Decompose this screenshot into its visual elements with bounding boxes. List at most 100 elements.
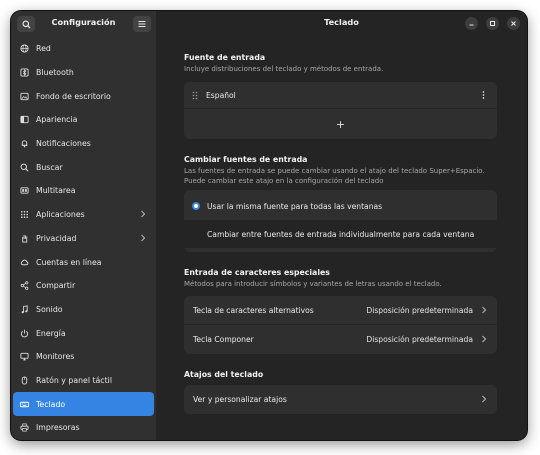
- special-chars-card: Tecla de caracteres alternativos Disposi…: [184, 296, 497, 354]
- bluetooth-icon: [20, 68, 29, 77]
- globe-icon: [20, 44, 29, 53]
- sidebar-item-bluetooth[interactable]: Bluetooth: [13, 61, 154, 85]
- sidebar-item-appearance[interactable]: Apariencia: [13, 108, 154, 132]
- sidebar: Configuración Red Bluetooth Fondo de esc…: [11, 11, 156, 440]
- sidebar-item-label: Notificaciones: [36, 139, 91, 149]
- chevron-right-icon: [482, 335, 487, 343]
- shortcuts-card: Ver y personalizar atajos: [184, 385, 497, 414]
- sidebar-item-label: Buscar: [36, 162, 63, 172]
- chevron-right-icon: [482, 395, 487, 403]
- mouse-icon: [20, 376, 29, 385]
- menu-button[interactable]: [133, 16, 151, 32]
- sidebar-item-label: Red: [36, 44, 51, 54]
- main-header: Teclado: [156, 11, 527, 37]
- special-chars-description: Métodos para introducir símbolos y varia…: [184, 280, 442, 288]
- sidebar-item-keyboard[interactable]: Teclado: [13, 392, 154, 416]
- chevron-right-icon: [141, 210, 146, 218]
- sidebar-item-label: Ratón y panel táctil: [36, 375, 112, 385]
- music-note-icon: [20, 305, 29, 314]
- add-icon: +: [335, 117, 346, 131]
- switch-sources-title: Cambiar fuentes de entrada: [184, 155, 308, 164]
- radio-same-source[interactable]: Usar la misma fuente para todas las vent…: [184, 193, 497, 219]
- add-input-source-button[interactable]: +: [184, 109, 497, 139]
- minimize-button[interactable]: [465, 17, 478, 30]
- keyboard-icon: [20, 400, 29, 409]
- input-source-label: Español: [206, 90, 236, 100]
- sidebar-item-sound[interactable]: Sonido: [13, 298, 154, 322]
- sidebar-item-mouse[interactable]: Ratón y panel táctil: [13, 369, 154, 393]
- sidebar-item-online-accounts[interactable]: Cuentas en línea: [13, 250, 154, 274]
- settings-window: Configuración Red Bluetooth Fondo de esc…: [11, 11, 527, 440]
- bell-icon: [20, 139, 29, 148]
- monitor-icon: [20, 352, 29, 361]
- more-options-icon[interactable]: [482, 91, 485, 99]
- sidebar-item-applications[interactable]: Aplicaciones: [13, 203, 154, 227]
- sidebar-item-label: Privacidad: [36, 233, 77, 243]
- maximize-icon: [490, 21, 495, 26]
- sidebar-item-label: Teclado: [36, 399, 66, 409]
- share-icon: [20, 281, 29, 290]
- sidebar-item-label: Monitores: [36, 352, 75, 362]
- search-icon: [20, 163, 29, 172]
- alternate-chars-key-row[interactable]: Tecla de caracteres alternativos Disposi…: [184, 296, 497, 324]
- compose-key-row[interactable]: Tecla Componer Disposición predeterminad…: [184, 325, 497, 353]
- row-label: Ver y personalizar atajos: [193, 395, 287, 404]
- sidebar-item-label: Compartir: [36, 281, 76, 291]
- multitasking-icon: [20, 186, 29, 195]
- row-value: Disposición predeterminada: [366, 334, 473, 344]
- shortcuts-title: Atajos del teclado: [184, 370, 264, 379]
- input-sources-card: Español +: [184, 82, 497, 139]
- sidebar-item-search[interactable]: Buscar: [13, 155, 154, 179]
- sidebar-item-wallpaper[interactable]: Fondo de escritorio: [13, 84, 154, 108]
- printer-icon: [20, 423, 29, 432]
- switch-sources-description-1: Las fuentes de entrada se puede cambiar …: [184, 167, 485, 175]
- sidebar-item-label: Impresoras: [36, 423, 80, 433]
- sidebar-item-printers[interactable]: Impresoras: [13, 416, 154, 440]
- apps-grid-icon: [20, 210, 29, 219]
- sidebar-item-multitasking[interactable]: Multitarea: [13, 179, 154, 203]
- radio-label: Cambiar entre fuentes de entrada individ…: [207, 229, 475, 239]
- sidebar-item-label: Cuentas en línea: [36, 257, 102, 267]
- wallpaper-icon: [20, 92, 29, 101]
- sidebar-item-sharing[interactable]: Compartir: [13, 274, 154, 298]
- appearance-icon: [20, 115, 29, 124]
- cloud-icon: [20, 258, 29, 267]
- close-icon: [511, 21, 516, 26]
- minimize-icon: [469, 24, 474, 26]
- sidebar-item-label: Sonido: [36, 304, 63, 314]
- sidebar-item-label: Fondo de escritorio: [36, 91, 111, 101]
- sidebar-header: Configuración: [11, 11, 156, 37]
- special-chars-title: Entrada de caracteres especiales: [184, 268, 330, 277]
- close-button[interactable]: [507, 17, 520, 30]
- sidebar-item-label: Energía: [36, 328, 66, 338]
- row-label: Tecla de caracteres alternativos: [193, 305, 314, 315]
- drag-handle-icon[interactable]: [192, 91, 198, 100]
- chevron-right-icon: [482, 306, 487, 314]
- sidebar-list: Red Bluetooth Fondo de escritorio Aparie…: [13, 37, 154, 440]
- switch-sources-description-2: Puede cambiar este atajo en la configura…: [184, 176, 384, 185]
- radio-selected[interactable]: [192, 202, 200, 210]
- input-source-row[interactable]: Español: [184, 82, 497, 108]
- sidebar-item-displays[interactable]: Monitores: [13, 345, 154, 369]
- hand-icon: [20, 234, 29, 243]
- radio-per-window-source[interactable]: Cambiar entre fuentes de entrada individ…: [184, 220, 497, 248]
- sidebar-item-label: Multitarea: [36, 186, 76, 196]
- chevron-right-icon: [141, 234, 146, 241]
- switch-sources-card: Usar la misma fuente para todas las vent…: [184, 190, 497, 252]
- sidebar-item-red[interactable]: Red: [13, 37, 154, 61]
- radio-label: Usar la misma fuente para todas las vent…: [207, 201, 383, 211]
- radio-unselected[interactable]: [192, 230, 200, 238]
- sidebar-item-label: Aplicaciones: [36, 210, 85, 220]
- sidebar-item-notifications[interactable]: Notificaciones: [13, 132, 154, 156]
- maximize-button[interactable]: [486, 17, 499, 30]
- view-shortcuts-row[interactable]: Ver y personalizar atajos: [184, 385, 497, 414]
- main-panel: Teclado Fuente de entrada Incluye distri…: [156, 11, 527, 440]
- power-icon: [20, 329, 29, 338]
- sidebar-item-label: Bluetooth: [36, 68, 74, 78]
- input-sources-description: Incluye distribuciones del teclado y mét…: [184, 65, 384, 73]
- sidebar-item-label: Apariencia: [36, 115, 78, 125]
- sidebar-item-power[interactable]: Energía: [13, 321, 154, 345]
- row-label: Tecla Componer: [193, 334, 254, 344]
- sidebar-item-privacy[interactable]: Privacidad: [13, 227, 154, 251]
- row-value: Disposición predeterminada: [366, 305, 473, 315]
